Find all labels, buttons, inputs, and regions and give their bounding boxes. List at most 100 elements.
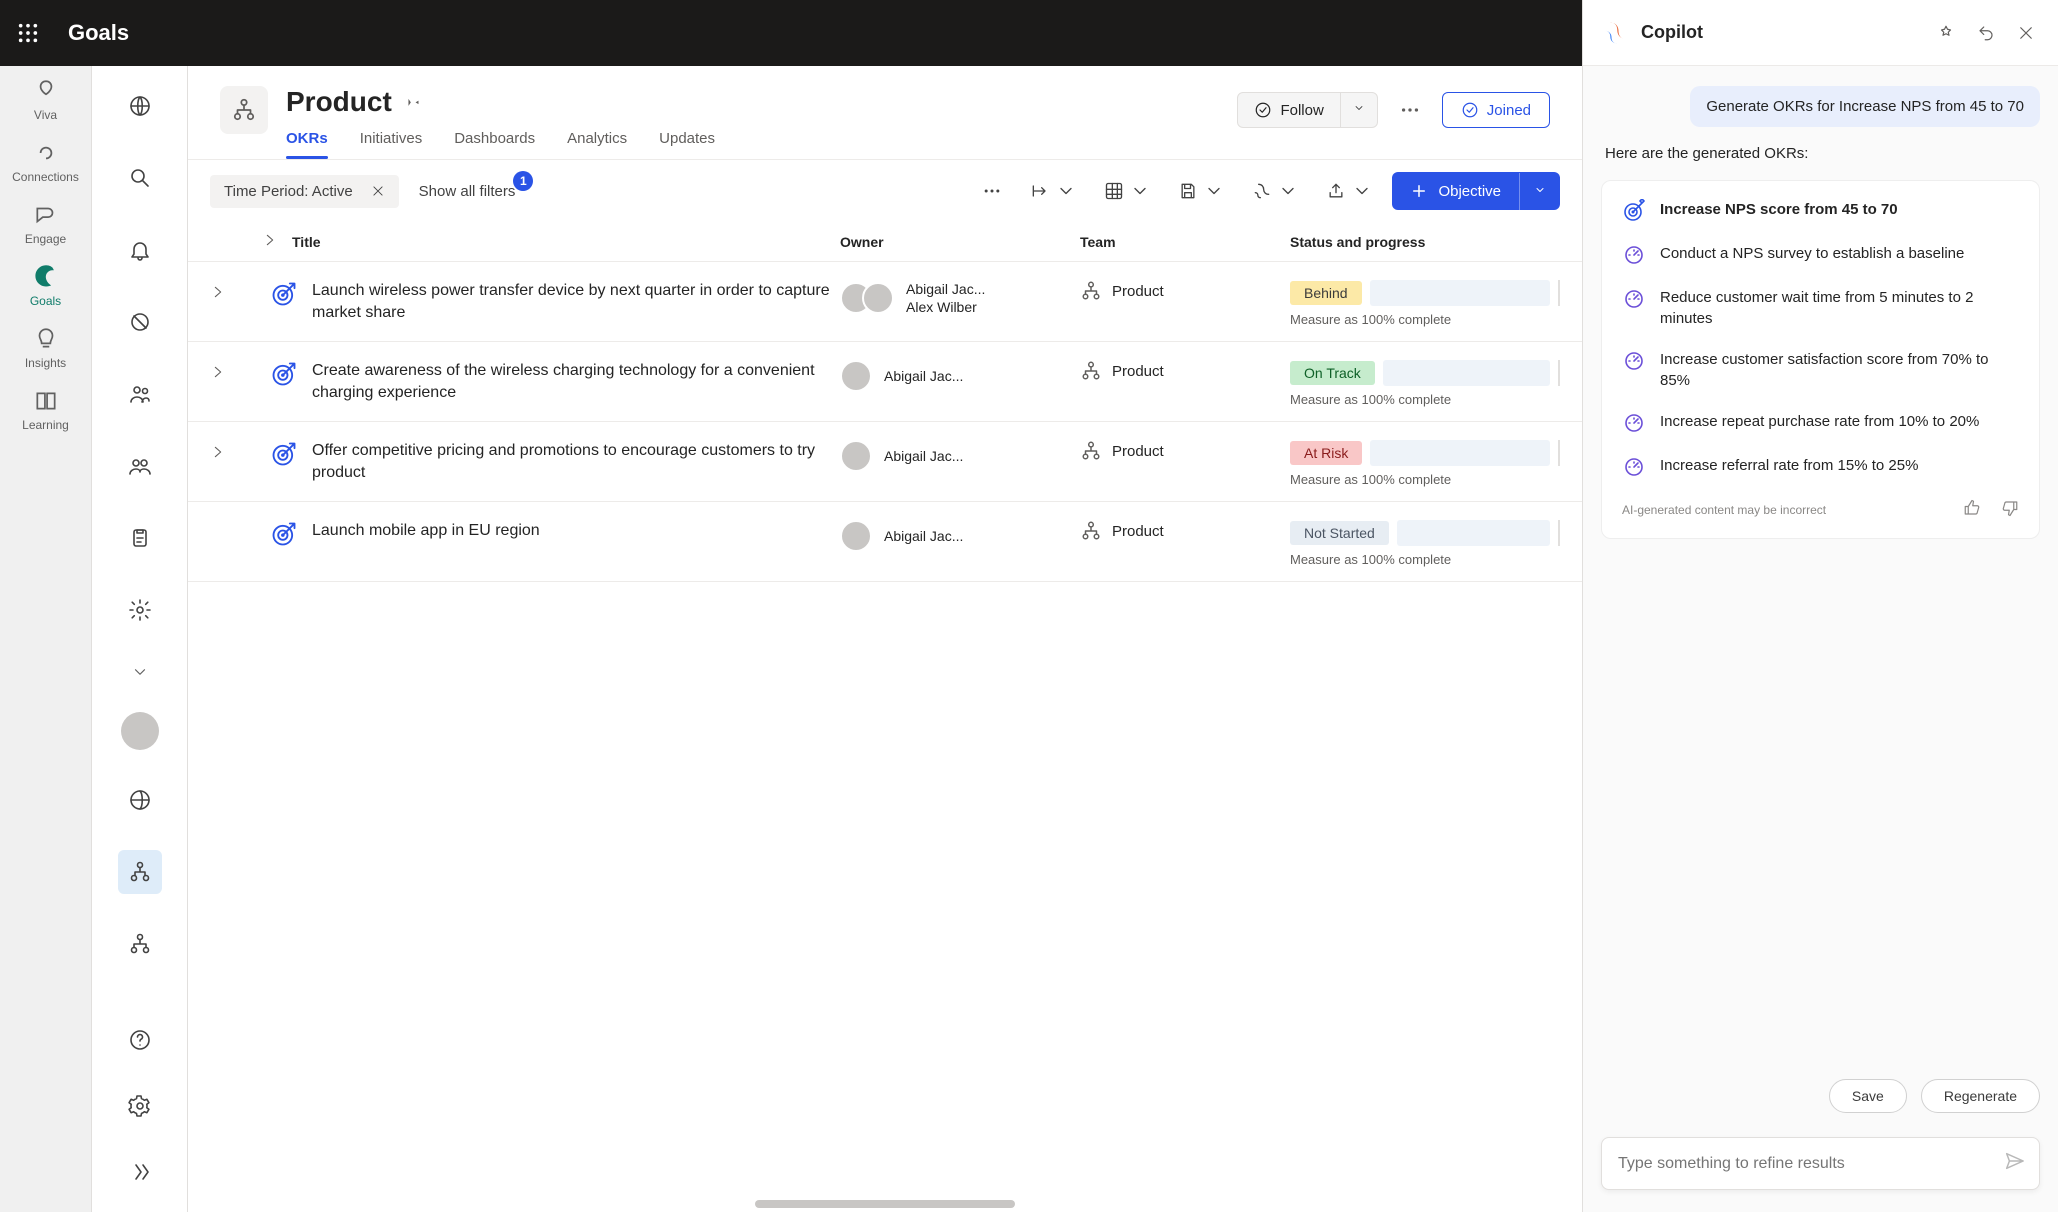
table-row[interactable]: Launch wireless power transfer device by… — [188, 262, 1582, 342]
owner-avatar — [840, 360, 872, 392]
table-row[interactable]: Launch mobile app in EU region Abigail Ja… — [188, 502, 1582, 582]
pin-icon[interactable] — [402, 90, 422, 115]
rail-item-goals[interactable]: Goals — [10, 264, 82, 308]
row-expand-icon[interactable] — [210, 280, 270, 305]
copilot-regenerate-button[interactable]: Regenerate — [1921, 1079, 2040, 1113]
horizontal-scrollbar[interactable] — [755, 1200, 1015, 1208]
nav-users-icon[interactable] — [118, 444, 162, 488]
owner-cell[interactable]: Abigail Jac...Alex Wilber — [840, 280, 1080, 316]
nav-clipboard-icon[interactable] — [118, 516, 162, 560]
thumbs-down-icon[interactable] — [2001, 499, 2019, 520]
copilot-input — [1601, 1137, 2040, 1190]
nav-org-globe-icon[interactable] — [118, 778, 162, 822]
new-objective-button[interactable]: Objective — [1392, 172, 1519, 210]
nav-search-icon[interactable] — [118, 156, 162, 200]
team-cell[interactable]: Product — [1080, 520, 1290, 542]
copilot-text-input[interactable] — [1616, 1154, 1993, 1174]
nav-bell-icon[interactable] — [118, 228, 162, 272]
time-period-label: Time Period: Active — [224, 183, 353, 200]
thumbs-up-icon[interactable] — [1963, 499, 1981, 520]
copilot-close-icon[interactable] — [2012, 19, 2040, 47]
table-row[interactable]: Offer competitive pricing and promotions… — [188, 422, 1582, 502]
show-filters-label: Show all filters — [419, 183, 516, 200]
tab-analytics[interactable]: Analytics — [567, 126, 627, 159]
owner-cell[interactable]: Abigail Jac... — [840, 360, 1080, 392]
team-name: Product — [1112, 363, 1164, 380]
owner-name: Abigail Jac... — [906, 280, 985, 298]
app-launcher-icon[interactable] — [8, 13, 48, 53]
time-period-filter[interactable]: Time Period: Active — [210, 175, 399, 208]
owner-name: Abigail Jac... — [884, 367, 963, 385]
tab-updates[interactable]: Updates — [659, 126, 715, 159]
save-view-icon[interactable] — [1170, 175, 1232, 207]
copilot-kr-row: Increase customer satisfaction score fro… — [1622, 349, 2019, 391]
tab-okrs[interactable]: OKRs — [286, 126, 328, 159]
row-expand-icon[interactable] — [210, 360, 270, 385]
share-icon[interactable] — [1318, 175, 1380, 207]
nav-hierarchy-icon[interactable] — [118, 850, 162, 894]
nav-block-icon[interactable] — [118, 300, 162, 344]
owner-name: Abigail Jac... — [884, 447, 963, 465]
team-avatar-icon[interactable] — [220, 86, 268, 134]
nav-settings-bottom-icon[interactable] — [118, 1084, 162, 1128]
more-actions-icon[interactable] — [1392, 92, 1428, 128]
expand-all-icon[interactable] — [262, 232, 278, 251]
copilot-settings-icon[interactable] — [1932, 19, 1960, 47]
view-dots-icon[interactable] — [974, 175, 1010, 207]
main-content: Product OKRs Initiatives Dashboards Anal… — [188, 66, 1582, 1212]
key-result-icon — [1622, 243, 1646, 267]
rail-item-connections[interactable]: Connections — [10, 140, 82, 184]
objective-title: Create awareness of the wireless chargin… — [312, 360, 840, 405]
rail-item-viva[interactable]: Viva — [10, 78, 82, 122]
status-pill[interactable]: On Track — [1290, 361, 1375, 385]
follow-button[interactable]: Follow — [1238, 93, 1339, 127]
nav-hierarchy-2-icon[interactable] — [118, 922, 162, 966]
nav-expand-icon[interactable] — [118, 1150, 162, 1194]
copilot-undo-icon[interactable] — [1972, 19, 2000, 47]
team-name: Product — [1112, 443, 1164, 460]
team-cell[interactable]: Product — [1080, 360, 1290, 382]
owner-avatar — [840, 520, 872, 552]
measure-text: Measure as 100% complete — [1290, 552, 1560, 567]
owner-cell[interactable]: Abigail Jac... — [840, 440, 1080, 472]
copilot-save-button[interactable]: Save — [1829, 1079, 1907, 1113]
joined-button[interactable]: Joined — [1442, 92, 1550, 128]
grid-view-icon[interactable] — [1096, 175, 1158, 207]
nav-avatar[interactable] — [121, 712, 159, 750]
rail-item-insights[interactable]: Insights — [10, 326, 82, 370]
copilot-toolbar-icon[interactable] — [1244, 175, 1306, 207]
progress-bar — [1383, 360, 1550, 386]
new-objective-dropdown[interactable] — [1519, 173, 1560, 210]
nav-globe-icon[interactable] — [118, 84, 162, 128]
nav-settings-icon[interactable] — [118, 588, 162, 632]
follow-dropdown[interactable] — [1340, 93, 1377, 127]
nav-collapse-icon[interactable] — [118, 660, 162, 684]
nav-people-icon[interactable] — [118, 372, 162, 416]
team-cell[interactable]: Product — [1080, 280, 1290, 302]
status-pill[interactable]: Behind — [1290, 281, 1362, 305]
clear-filter-icon[interactable] — [371, 184, 385, 198]
timeline-icon[interactable] — [1022, 175, 1084, 207]
new-objective-label: Objective — [1438, 183, 1501, 200]
objective-title: Launch mobile app in EU region — [312, 520, 540, 542]
row-expand-icon[interactable] — [210, 440, 270, 465]
copilot-okr-card: Increase NPS score from 45 to 70 Conduct… — [1601, 180, 2040, 539]
status-pill[interactable]: At Risk — [1290, 441, 1362, 465]
toolbar: Time Period: Active Show all filters 1 O… — [188, 160, 1582, 222]
show-all-filters[interactable]: Show all filters 1 — [411, 177, 524, 206]
row-expand-icon — [210, 520, 270, 524]
send-icon[interactable] — [2003, 1150, 2025, 1177]
status-pill[interactable]: Not Started — [1290, 521, 1389, 545]
tab-dashboards[interactable]: Dashboards — [454, 126, 535, 159]
table-header: Title Owner Team Status and progress — [188, 222, 1582, 262]
nav-help-icon[interactable] — [118, 1018, 162, 1062]
copilot-title: Copilot — [1641, 22, 1920, 43]
tab-initiatives[interactable]: Initiatives — [360, 126, 423, 159]
progress-bar — [1370, 280, 1550, 306]
table-row[interactable]: Create awareness of the wireless chargin… — [188, 342, 1582, 422]
copilot-pane: Copilot Generate OKRs for Increase NPS f… — [1582, 0, 2058, 1212]
team-cell[interactable]: Product — [1080, 440, 1290, 462]
owner-cell[interactable]: Abigail Jac... — [840, 520, 1080, 552]
rail-item-engage[interactable]: Engage — [10, 202, 82, 246]
rail-item-learning[interactable]: Learning — [10, 388, 82, 432]
